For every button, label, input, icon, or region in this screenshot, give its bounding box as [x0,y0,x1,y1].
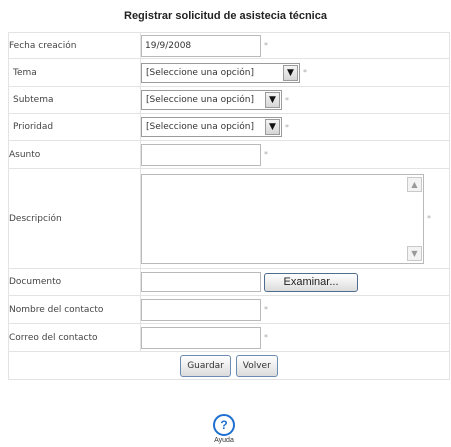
subtema-selected: [Seleccione una opción] [146,95,254,105]
scroll-up-icon[interactable]: ▲ [407,176,422,192]
required-mark: * [303,68,307,77]
chevron-down-icon[interactable]: ▼ [265,119,280,135]
subtema-label: Subtema [8,86,141,114]
request-form: Fecha creación 19/9/2008 * Tema [Seleccio… [8,32,450,380]
required-mark: * [427,214,431,223]
prioridad-label: Prioridad [8,113,141,141]
documento-label: Documento [8,268,141,296]
tema-label: Tema [8,58,141,87]
prioridad-selected: [Seleccione una opción] [146,122,254,132]
fecha-input[interactable]: 19/9/2008 [141,34,261,57]
required-mark: * [264,333,268,342]
save-button[interactable]: Guardar [180,354,231,377]
asunto-input[interactable] [141,143,261,166]
required-mark: * [264,150,268,159]
required-mark: * [285,95,289,105]
asunto-label: Asunto [8,140,141,169]
question-icon[interactable]: ? [213,414,235,436]
help-link[interactable]: ? Ayuda [209,414,239,444]
descripcion-textarea[interactable]: ▲ ▼ [141,173,424,264]
back-button[interactable]: Volver [235,354,278,377]
documento-input[interactable] [141,272,261,292]
chevron-down-icon[interactable]: ▼ [265,92,280,108]
nombre-contacto-input[interactable] [141,298,261,321]
fecha-label: Fecha creación [8,32,141,59]
required-mark: * [264,305,268,314]
tema-selected: [Seleccione una opción] [146,67,254,78]
correo-contacto-input[interactable] [141,326,261,349]
descripcion-label: Descripción [8,168,141,269]
chevron-down-icon[interactable]: ▼ [283,64,298,81]
textarea-scrollbar[interactable]: ▲ ▼ [406,174,423,263]
required-mark: * [264,41,268,50]
correo-contacto-label: Correo del contacto [8,323,141,352]
browse-button[interactable]: Examinar... [264,272,358,292]
required-mark: * [285,122,289,132]
nombre-contacto-label: Nombre del contacto [8,295,141,324]
help-label: Ayuda [214,437,234,444]
prioridad-select[interactable]: [Seleccione una opción] ▼ [141,117,282,137]
subtema-select[interactable]: [Seleccione una opción] ▼ [141,90,282,110]
scroll-down-icon[interactable]: ▼ [407,245,422,261]
tema-select[interactable]: [Seleccione una opción] ▼ [141,62,300,83]
page-title: Registrar solicitud de asistecia técnica [124,10,327,22]
